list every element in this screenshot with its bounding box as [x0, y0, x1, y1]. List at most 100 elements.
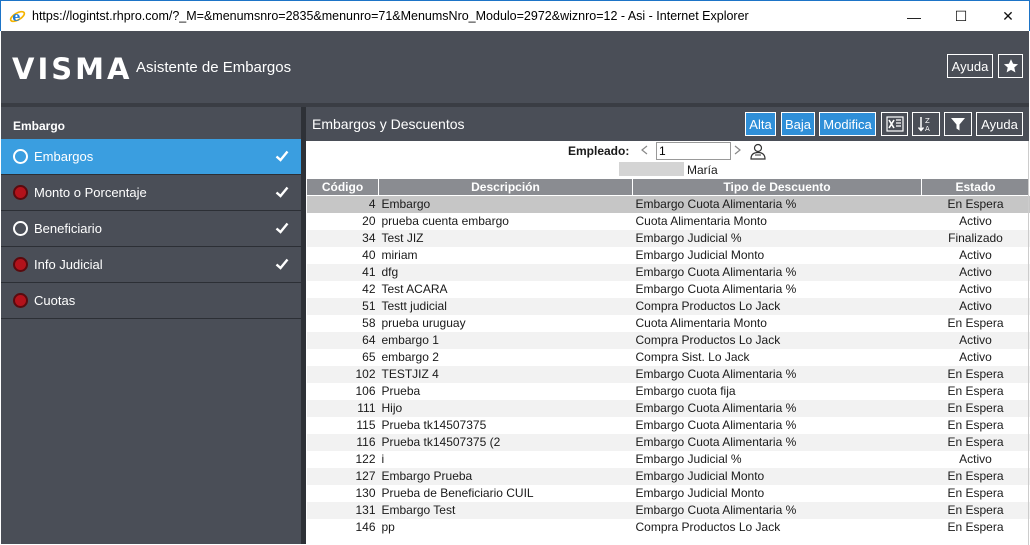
cell-estado: En Espera: [921, 195, 1030, 213]
cell-codigo: 42: [306, 280, 379, 298]
table-header-row: Código Descripción Tipo de Descuento Est…: [306, 178, 1030, 196]
cell-codigo: 146: [306, 518, 379, 536]
cell-descripcion: embargo 1: [378, 331, 633, 349]
table-row[interactable]: 58 prueba uruguay Cuota Alimentaria Monto E…: [306, 314, 1030, 332]
internet-explorer-icon: e: [9, 10, 26, 25]
baja-button[interactable]: Baja: [781, 112, 815, 136]
table-row[interactable]: 111 Hijo Embargo Cuota Alimentaria % En Esp…: [306, 399, 1030, 417]
svg-text:A: A: [925, 125, 930, 133]
cell-estado: En Espera: [921, 518, 1030, 536]
step-status-icon: [13, 149, 28, 164]
column-header-codigo[interactable]: Código: [306, 178, 379, 196]
column-header-descripcion[interactable]: Descripción: [378, 178, 633, 196]
cell-descripcion: Test ACARA: [378, 280, 633, 298]
cell-descripcion: Testt judicial: [378, 297, 633, 315]
table-row[interactable]: 116 Prueba tk14507375 (2 Embargo Cuota Ali…: [306, 433, 1030, 451]
table-row[interactable]: 102 TESTJIZ 4 Embargo Cuota Alimentaria % E…: [306, 365, 1030, 383]
cell-descripcion: Prueba tk14507375: [378, 416, 633, 434]
table-row[interactable]: 146 pp Compra Productos Lo Jack En Espera: [306, 518, 1030, 536]
step-beneficiario[interactable]: Beneficiario: [1, 211, 301, 247]
employee-label: Empleado:: [568, 144, 630, 158]
window-title: https://logintst.rhpro.com/?_M=&menumsnr…: [32, 9, 749, 23]
step-label: Embargos: [34, 149, 94, 164]
filter-icon: [951, 118, 965, 131]
table-row[interactable]: 34 Test JIZ Embargo Judicial % Finalizado: [306, 229, 1030, 247]
maximize-button[interactable]: ☐: [938, 1, 984, 32]
cell-tipo: Embargo Cuota Alimentaria %: [632, 433, 922, 451]
table-row[interactable]: 130 Prueba de Beneficiario CUIL Embargo Ju…: [306, 484, 1030, 502]
checkmark-icon: [275, 150, 289, 162]
table-row[interactable]: 106 Prueba Embargo cuota fija En Espera: [306, 382, 1030, 400]
modifica-button[interactable]: Modifica: [819, 112, 876, 136]
step-status-icon: [13, 293, 28, 308]
cell-tipo: Embargo Cuota Alimentaria %: [632, 280, 922, 298]
cell-estado: Activo: [921, 450, 1030, 468]
cell-tipo: Embargo Judicial Monto: [632, 246, 922, 264]
previous-employee-icon[interactable]: [640, 145, 648, 155]
table-row[interactable]: 20 prueba cuenta embargo Cuota Alimentaria…: [306, 212, 1030, 230]
table-row[interactable]: 131 Embargo Test Embargo Cuota Alimentaria…: [306, 501, 1030, 519]
cell-tipo: Embargo Judicial %: [632, 229, 922, 247]
cell-estado: Activo: [921, 331, 1030, 349]
favorite-button[interactable]: [998, 54, 1023, 78]
cell-descripcion: Prueba tk14507375 (2: [378, 433, 633, 451]
next-employee-icon[interactable]: [734, 145, 742, 155]
table-row[interactable]: 65 embargo 2 Compra Sist. Lo Jack Activo: [306, 348, 1030, 366]
step-monto-porcentaje[interactable]: Monto o Porcentaje: [1, 175, 301, 211]
step-label: Cuotas: [34, 293, 76, 308]
table-row[interactable]: 64 embargo 1 Compra Productos Lo Jack Activ…: [306, 331, 1030, 349]
table-row[interactable]: 122 i Embargo Judicial % Activo: [306, 450, 1030, 468]
cell-estado: En Espera: [921, 501, 1030, 519]
step-label: Monto o Porcentaje: [34, 185, 147, 200]
step-info-judicial[interactable]: Info Judicial: [1, 247, 301, 283]
cell-codigo: 51: [306, 297, 379, 315]
cell-descripcion: i: [378, 450, 633, 468]
column-header-estado[interactable]: Estado: [921, 178, 1030, 196]
export-excel-button[interactable]: [881, 112, 908, 136]
minimize-button[interactable]: —: [891, 1, 937, 32]
cell-codigo: 115: [306, 416, 379, 434]
cell-tipo: Embargo Cuota Alimentaria %: [632, 501, 922, 519]
close-button[interactable]: ✕: [985, 1, 1030, 32]
table-row[interactable]: 40 miriam Embargo Judicial Monto Activo: [306, 246, 1030, 264]
step-cuotas[interactable]: Cuotas: [1, 283, 301, 319]
cell-tipo: Embargo Judicial %: [632, 450, 922, 468]
cell-estado: Activo: [921, 212, 1030, 230]
table-row[interactable]: 51 Testt judicial Compra Productos Lo Jack…: [306, 297, 1030, 315]
cell-codigo: 127: [306, 467, 379, 485]
filter-button[interactable]: [944, 112, 972, 136]
checkmark-icon: [275, 222, 289, 234]
window-titlebar: e https://logintst.rhpro.com/?_M=&menums…: [0, 0, 1030, 31]
table-row[interactable]: 115 Prueba tk14507375 Embargo Cuota Alimen…: [306, 416, 1030, 434]
cell-estado: En Espera: [921, 433, 1030, 451]
cell-descripcion: TESTJIZ 4: [378, 365, 633, 383]
checkmark-icon: [275, 186, 289, 198]
table-row[interactable]: 127 Embargo Prueba Embargo Judicial Monto E…: [306, 467, 1030, 485]
alta-button[interactable]: Alta: [745, 112, 776, 136]
cell-codigo: 40: [306, 246, 379, 264]
employee-input[interactable]: [656, 142, 731, 160]
cell-tipo: Cuota Alimentaria Monto: [632, 314, 922, 332]
cell-tipo: Embargo Cuota Alimentaria %: [632, 195, 922, 213]
cell-tipo: Embargo Cuota Alimentaria %: [632, 365, 922, 383]
table-row[interactable]: 41 dfg Embargo Cuota Alimentaria % Activo: [306, 263, 1030, 281]
header-help-button[interactable]: Ayuda: [947, 54, 993, 78]
cell-descripcion: Prueba: [378, 382, 633, 400]
table-row[interactable]: 4 Embargo Embargo Cuota Alimentaria % En Es…: [306, 195, 1030, 213]
sort-button[interactable]: Z A: [912, 112, 940, 136]
cell-estado: En Espera: [921, 314, 1030, 332]
cell-tipo: Compra Productos Lo Jack: [632, 297, 922, 315]
table-row[interactable]: 42 Test ACARA Embargo Cuota Alimentaria % A…: [306, 280, 1030, 298]
employee-search-icon[interactable]: [749, 142, 767, 160]
cell-descripcion: Prueba de Beneficiario CUIL: [378, 484, 633, 502]
app-header: VISMA Asistente de Embargos Ayuda: [1, 31, 1029, 103]
cell-codigo: 111: [306, 399, 379, 417]
cell-codigo: 130: [306, 484, 379, 502]
panel-help-button[interactable]: Ayuda: [976, 112, 1023, 136]
cell-codigo: 102: [306, 365, 379, 383]
step-embargos[interactable]: Embargos: [1, 139, 301, 175]
column-header-tipo[interactable]: Tipo de Descuento: [632, 178, 922, 196]
cell-descripcion: Test JIZ: [378, 229, 633, 247]
cell-descripcion: embargo 2: [378, 348, 633, 366]
cell-estado: En Espera: [921, 484, 1030, 502]
